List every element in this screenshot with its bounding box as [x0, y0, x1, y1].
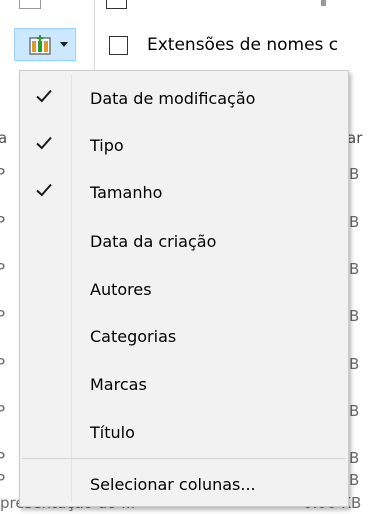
- row-size-cell: B: [349, 449, 360, 467]
- menu-item-categorias[interactable]: Categorias: [20, 313, 348, 360]
- menu-item-label: Categorias: [90, 327, 177, 346]
- row-name-cell: P: [0, 471, 6, 489]
- row-name-cell: P: [0, 402, 6, 420]
- row-name-cell: P: [0, 307, 6, 325]
- cut-off-text: [321, 0, 326, 6]
- checkmark-icon: [36, 183, 52, 197]
- file-extensions-checkbox[interactable]: [109, 36, 128, 55]
- columns-dropdown-menu: Data de modificação Tipo Tamanho Data da…: [19, 70, 349, 507]
- ribbon-divider: [94, 0, 95, 70]
- column-header-name[interactable]: a: [0, 127, 7, 149]
- row-size-cell: B: [349, 402, 360, 420]
- menu-item-data-de-modificacao[interactable]: Data de modificação: [20, 75, 348, 122]
- checkmark-icon: [36, 136, 52, 150]
- menu-item-tipo[interactable]: Tipo: [20, 122, 348, 169]
- add-columns-icon: [29, 35, 51, 55]
- menu-separator: [22, 458, 346, 459]
- row-size-cell: B: [349, 260, 360, 278]
- menu-item-titulo[interactable]: Título: [20, 409, 348, 456]
- hidden-items-checkbox[interactable]: [106, 0, 127, 9]
- menu-item-label: Marcas: [90, 375, 147, 394]
- menu-item-label: Data de modificação: [90, 89, 256, 108]
- chevron-down-icon: [60, 42, 68, 47]
- menu-item-label: Tamanho: [90, 183, 163, 202]
- file-extensions-label[interactable]: Extensões de nomes c: [147, 33, 338, 57]
- checkmark-icon: [36, 89, 52, 103]
- row-name-cell: P: [0, 449, 6, 467]
- add-columns-button[interactable]: [14, 28, 76, 61]
- menu-item-label: Data da criação: [90, 232, 217, 251]
- row-name-cell: P: [0, 213, 6, 231]
- column-header-size[interactable]: ar: [347, 127, 362, 149]
- row-size-cell: B: [349, 165, 360, 183]
- menu-item-data-da-criacao[interactable]: Data da criação: [20, 218, 348, 265]
- ribbon: Extensões de nomes c: [0, 0, 371, 75]
- menu-item-label: Selecionar colunas...: [90, 475, 256, 494]
- row-size-cell: B: [349, 355, 360, 373]
- row-size-cell: B: [349, 213, 360, 231]
- row-name-cell: P: [0, 260, 6, 278]
- menu-item-autores[interactable]: Autores: [20, 266, 348, 313]
- menu-item-selecionar-colunas[interactable]: Selecionar colunas...: [20, 461, 348, 508]
- menu-item-tamanho[interactable]: Tamanho: [20, 169, 348, 216]
- menu-item-label: Tipo: [90, 136, 124, 155]
- menu-item-marcas[interactable]: Marcas: [20, 361, 348, 408]
- ribbon-top-icon: [19, 0, 41, 9]
- row-size-cell: B: [349, 307, 360, 325]
- row-name-cell: P: [0, 355, 6, 373]
- row-name-cell: P: [0, 165, 6, 183]
- menu-item-label: Autores: [90, 280, 152, 299]
- row-size-cell: B: [349, 471, 360, 489]
- menu-item-label: Título: [90, 423, 135, 442]
